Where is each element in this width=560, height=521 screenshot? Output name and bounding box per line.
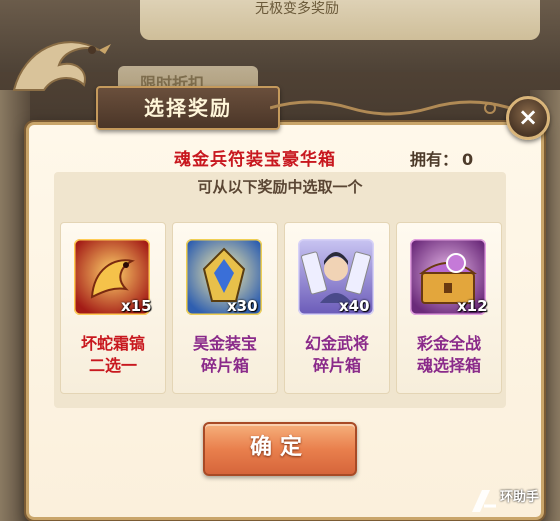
confirm-button[interactable]: 确定 xyxy=(203,422,357,476)
reward-name-line1: 彩金全战 xyxy=(416,334,481,353)
dialog-title: 选择奖励 xyxy=(144,96,232,120)
reward-name: 坏蛇霜镐 二选一 xyxy=(61,333,165,377)
reward-name: 幻金武将 碎片箱 xyxy=(285,333,389,377)
reward-name-line2: 魂选择箱 xyxy=(416,356,481,375)
owned-label: 拥有： xyxy=(410,150,459,169)
watermark-text: 环助手 xyxy=(500,490,540,505)
reward-card-4[interactable]: x12 彩金全战 魂选择箱 xyxy=(396,222,502,394)
dialog-title-plate: 选择奖励 xyxy=(96,86,280,130)
owned-value: 0 xyxy=(462,150,474,169)
reward-name-line1: 坏蛇霜镐 xyxy=(80,334,145,353)
close-button[interactable]: × xyxy=(506,96,550,140)
background-banner xyxy=(140,0,540,40)
background-banner-text: 无极变多奖励 xyxy=(255,1,339,17)
reward-name-line1: 幻金武将 xyxy=(304,334,369,353)
chest-name: 魂金兵符装宝豪华箱 xyxy=(174,150,336,170)
instruction-text: 可从以下奖励中选取一个 xyxy=(197,178,363,196)
reward-card-3[interactable]: x40 幻金武将 碎片箱 xyxy=(284,222,390,394)
reward-card-1[interactable]: x15 坏蛇霜镐 二选一 xyxy=(60,222,166,394)
reward-card-2[interactable]: x30 昊金装宝 碎片箱 xyxy=(172,222,278,394)
reward-name: 昊金装宝 碎片箱 xyxy=(173,333,277,377)
reward-name-line2: 碎片箱 xyxy=(312,356,361,375)
title-swirl-ornament-icon xyxy=(270,100,511,116)
reward-name-line1: 昊金装宝 xyxy=(192,334,257,353)
owned-count: 拥有： 0 xyxy=(410,146,473,170)
reward-name-line2: 二选一 xyxy=(88,356,137,375)
reward-name: 彩金全战 魂选择箱 xyxy=(397,333,501,377)
reward-name-line2: 碎片箱 xyxy=(200,356,249,375)
